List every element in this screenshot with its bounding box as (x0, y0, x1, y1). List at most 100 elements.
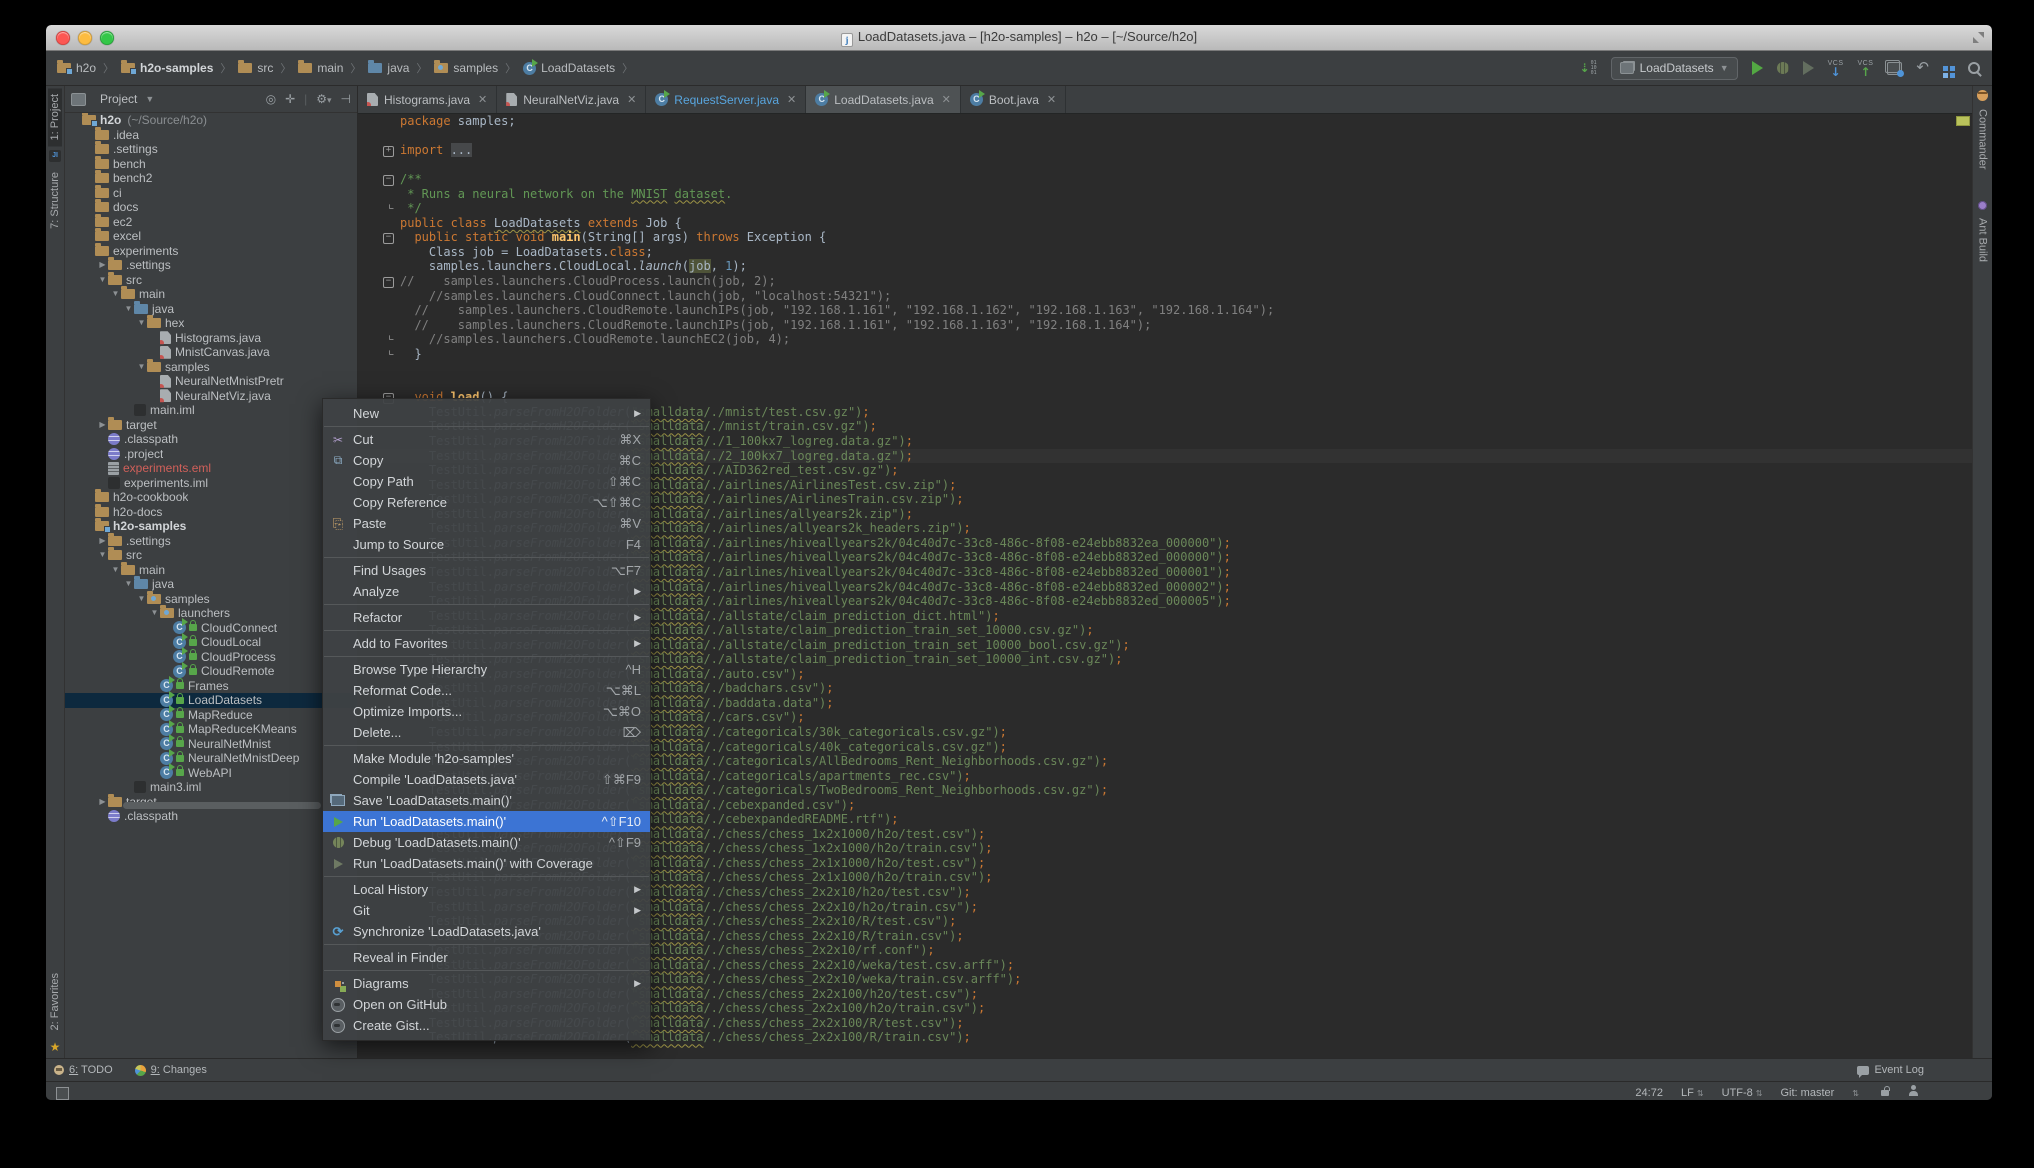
sidebar-tab-structure[interactable]: 7: Structure (48, 166, 62, 235)
tree-toggle-icon[interactable]: ▼ (97, 548, 108, 563)
tree-item-MnistCanvas.java[interactable]: MnistCanvas.java (65, 345, 357, 360)
menu-item-make-module-h2o-samples-[interactable]: Make Module 'h2o-samples' (323, 748, 650, 769)
tree-item-samples[interactable]: ▼samples (65, 592, 357, 607)
tree-item-NeuralNetMnist[interactable]: NeuralNetMnist (65, 737, 357, 752)
tree-item-.classpath[interactable]: .classpath (65, 432, 357, 447)
toolwindow-toggle-icon[interactable] (56, 1087, 69, 1100)
tree-item-ec2[interactable]: ec2 (65, 215, 357, 230)
run-with-coverage-button[interactable] (1803, 61, 1814, 75)
tree-toggle-icon[interactable]: ▶ (97, 795, 108, 810)
toolwindow-todo[interactable]: 6: TODO (54, 1064, 113, 1076)
project-view-dropdown[interactable]: ▼ (145, 94, 154, 104)
menu-item-compile-loaddatasets-java-[interactable]: Compile 'LoadDatasets.java'⇧⌘F9 (323, 769, 650, 790)
fullscreen-icon[interactable] (1973, 32, 1984, 43)
menu-item-save-loaddatasets-main-[interactable]: Save 'LoadDatasets.main()' (323, 790, 650, 811)
readonly-lock-icon[interactable] (1881, 1090, 1889, 1096)
tab-Boot.java[interactable]: Boot.java✕ (961, 86, 1066, 113)
tree-item-main[interactable]: ▼main (65, 287, 357, 302)
tree-item-main3.iml[interactable]: main3.iml (65, 780, 357, 795)
caret-position[interactable]: 24:72 (1635, 1087, 1663, 1099)
tree-item-docs[interactable]: docs (65, 200, 357, 215)
menu-item-create-gist-[interactable]: Create Gist... (323, 1015, 650, 1036)
menu-item-jump-to-source[interactable]: Jump to SourceF4 (323, 534, 650, 555)
titlebar[interactable]: jLoadDatasets.java – [h2o-samples] – h2o… (46, 25, 1992, 51)
search-icon[interactable] (1968, 62, 1980, 74)
tree-item-h2o-samples[interactable]: h2o-samples (65, 519, 357, 534)
tree-toggle-icon[interactable]: ▶ (97, 534, 108, 549)
tree-item-NeuralNetViz.java[interactable]: NeuralNetViz.java (65, 389, 357, 404)
tree-item-target[interactable]: ▶target (65, 418, 357, 433)
vcs-update-button[interactable]: VCS↓ (1828, 60, 1844, 77)
tree-toggle-icon[interactable]: ▼ (123, 577, 134, 592)
tab-Histograms.java[interactable]: Histograms.java✕ (358, 86, 497, 113)
line-ending-select[interactable]: LF ⇅ (1681, 1087, 1704, 1099)
sidebar-tab-project[interactable]: 1: Project (48, 88, 62, 146)
menu-item-refactor[interactable]: Refactor▶ (323, 607, 650, 628)
tree-item-ci[interactable]: ci (65, 186, 357, 201)
branch-switch-icon[interactable]: ⇅ (1852, 1089, 1859, 1098)
breadcrumb-item-main[interactable]: main (295, 59, 346, 77)
menu-item-git[interactable]: Git▶ (323, 900, 650, 921)
breadcrumb-item-h2o-samples[interactable]: h2o-samples (118, 59, 216, 77)
debug-button[interactable] (1777, 62, 1789, 74)
menu-item-copy-path[interactable]: Copy Path⇧⌘C (323, 471, 650, 492)
tree-item-CloudRemote[interactable]: CloudRemote (65, 664, 357, 679)
run-configuration-select[interactable]: LoadDatasets ▼ (1611, 57, 1738, 80)
error-stripe-marker[interactable] (1956, 116, 1970, 126)
tree-item-MapReduceKMeans[interactable]: MapReduceKMeans (65, 722, 357, 737)
tree-toggle-icon[interactable]: ▼ (136, 592, 147, 607)
run-button[interactable] (1752, 61, 1763, 75)
tree-toggle-icon[interactable]: ▶ (97, 258, 108, 273)
fold-icon[interactable]: − (383, 277, 394, 288)
tree-item-MapReduce[interactable]: MapReduce (65, 708, 357, 723)
tree-item-excel[interactable]: excel (65, 229, 357, 244)
menu-item-browse-type-hierarchy[interactable]: Browse Type Hierarchy^H (323, 659, 650, 680)
tree-item-bench[interactable]: bench (65, 157, 357, 172)
menu-item-copy[interactable]: ⧉Copy⌘C (323, 450, 650, 471)
tab-close-icon[interactable]: ✕ (478, 93, 487, 106)
sidebar-tab-commander[interactable]: Commander (1976, 104, 1990, 175)
tree-item-NeuralNetMnistDeep[interactable]: NeuralNetMnistDeep (65, 751, 357, 766)
changelist-order-icon[interactable]: ⇣011001 (1580, 61, 1597, 76)
tree-item-.settings[interactable]: .settings (65, 142, 357, 157)
encoding-select[interactable]: UTF-8 ⇅ (1722, 1087, 1763, 1099)
menu-item-diagrams[interactable]: Diagrams▶ (323, 973, 650, 994)
menu-item-cut[interactable]: ✂Cut⌘X (323, 429, 650, 450)
tree-item-.idea[interactable]: .idea (65, 128, 357, 143)
tree-toggle-icon[interactable]: ▼ (136, 360, 147, 375)
tree-item-java[interactable]: ▼java (65, 577, 357, 592)
tree-item-hex[interactable]: ▼hex (65, 316, 357, 331)
tree-item-CloudLocal[interactable]: CloudLocal (65, 635, 357, 650)
menu-item-run-loaddatasets-main-[interactable]: Run 'LoadDatasets.main()'^⇧F10 (323, 811, 650, 832)
sidebar-tab-ant-build[interactable]: Ant Build (1976, 213, 1990, 267)
tree-item-java[interactable]: ▼java (65, 302, 357, 317)
tree-item-h2o-cookbook[interactable]: h2o-cookbook (65, 490, 357, 505)
tree-item-experiments.iml[interactable]: experiments.iml (65, 476, 357, 491)
menu-item-find-usages[interactable]: Find Usages⌥F7 (323, 560, 650, 581)
tab-NeuralNetViz.java[interactable]: NeuralNetViz.java✕ (497, 86, 646, 113)
menu-item-copy-reference[interactable]: Copy Reference⌥⇧⌘C (323, 492, 650, 513)
menu-item-analyze[interactable]: Analyze▶ (323, 581, 650, 602)
tree-item-main[interactable]: ▼main (65, 563, 357, 578)
tree-item-.settings[interactable]: ▶.settings (65, 258, 357, 273)
tree-item-CloudConnect[interactable]: CloudConnect (65, 621, 357, 636)
tab-LoadDatasets.java[interactable]: LoadDatasets.java✕ (806, 86, 961, 113)
hide-panel-icon[interactable]: ⊣ (341, 92, 351, 106)
sidebar-tab-favorites[interactable]: 2: Favorites (48, 967, 62, 1036)
menu-item-open-on-github[interactable]: Open on GitHub (323, 994, 650, 1015)
tree-item-experiments.eml[interactable]: experiments.eml (65, 461, 357, 476)
tab-RequestServer.java[interactable]: RequestServer.java✕ (646, 86, 806, 113)
menu-item-synchronize-loaddatasets-java-[interactable]: ⟳Synchronize 'LoadDatasets.java' (323, 921, 650, 942)
vcs-commit-button[interactable]: VCS↑ (1858, 60, 1874, 77)
menu-item-local-history[interactable]: Local History▶ (323, 879, 650, 900)
tree-item-.classpath[interactable]: .classpath (65, 809, 357, 824)
tree-item-main.iml[interactable]: main.iml (65, 403, 357, 418)
tree-item-samples[interactable]: ▼samples (65, 360, 357, 375)
tree-item-.project[interactable]: .project (65, 447, 357, 462)
vcs-branch-widget[interactable]: Git: master (1781, 1087, 1835, 1099)
build-icon[interactable] (1943, 66, 1948, 71)
menu-item-debug-loaddatasets-main-[interactable]: Debug 'LoadDatasets.main()'^⇧F9 (323, 832, 650, 853)
tree-item-h2o[interactable]: h2o(~/Source/h2o) (65, 113, 357, 128)
collapse-all-icon[interactable]: ✛ (285, 92, 295, 106)
tree-item-src[interactable]: ▼src (65, 273, 357, 288)
